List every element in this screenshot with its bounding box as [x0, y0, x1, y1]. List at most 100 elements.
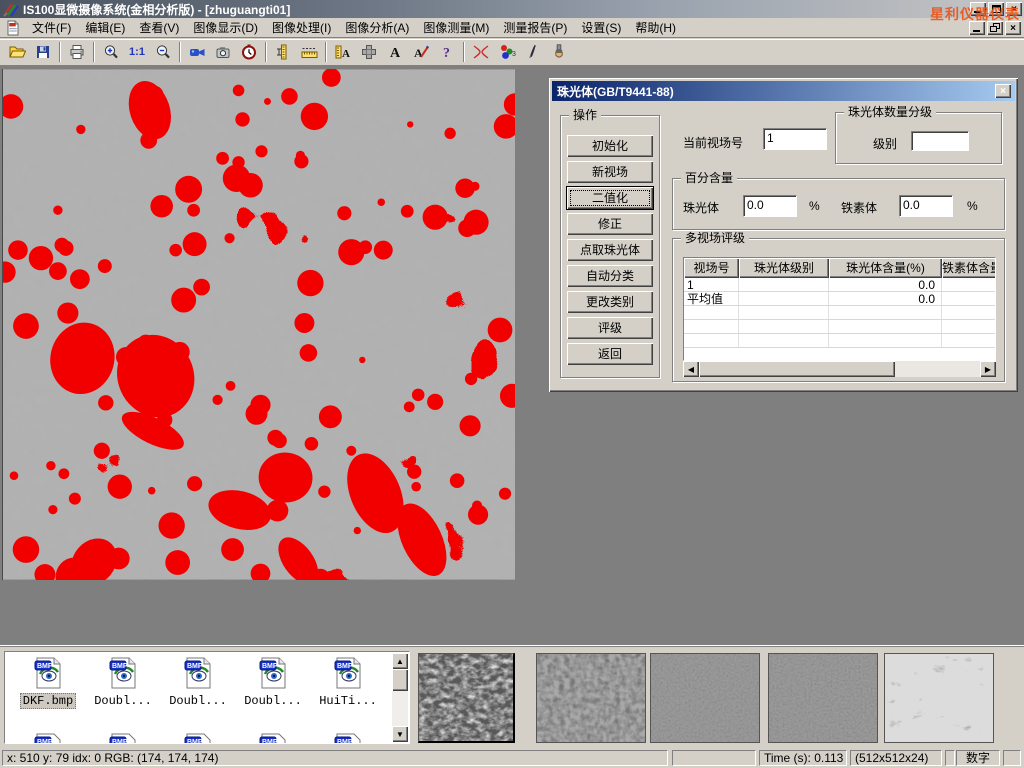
header-ferrite-percent[interactable]: 铁素体含量(%) [942, 258, 996, 278]
current-field-input[interactable]: 1 [763, 128, 827, 150]
pen-icon[interactable] [520, 41, 546, 63]
measure-text-icon[interactable]: A [330, 41, 356, 63]
scroll-right-icon[interactable]: ▶ [980, 361, 996, 377]
file-item[interactable]: BMP [86, 732, 160, 744]
table-row[interactable] [684, 306, 995, 320]
text-icon[interactable]: A [382, 41, 408, 63]
ruler-icon[interactable] [296, 41, 322, 63]
menu-settings[interactable]: 设置(S) [574, 17, 628, 38]
menu-image-display[interactable]: 图像显示(D) [186, 17, 265, 38]
toolbar-separator [325, 42, 327, 62]
file-name[interactable]: HuiTi... [317, 694, 379, 708]
video-capture-icon[interactable] [184, 41, 210, 63]
window-title: IS100显微摄像系统(金相分析版) - [zhuguangti01] [23, 1, 290, 18]
menu-edit[interactable]: 编辑(E) [78, 17, 132, 38]
operations-group-label: 操作 [569, 108, 601, 122]
file-name[interactable]: Doubl... [92, 694, 154, 708]
header-pearlite-percent[interactable]: 珠光体含量(%) [829, 258, 942, 278]
table-row[interactable]: 1 0.0 [684, 278, 995, 292]
menu-image-process[interactable]: 图像处理(I) [265, 17, 338, 38]
caliper-icon[interactable] [270, 41, 296, 63]
save-icon[interactable] [30, 41, 56, 63]
camera-capture-icon[interactable] [210, 41, 236, 63]
new-field-button[interactable]: 新视场 [567, 161, 653, 183]
change-class-button[interactable]: 更改类别 [567, 291, 653, 313]
bmp-file-icon: BMP [257, 656, 289, 690]
bmp-file-icon: BMP [332, 732, 364, 744]
classify-balls-icon[interactable]: 3 [494, 41, 520, 63]
file-item[interactable]: BMP Doubl... [161, 656, 235, 708]
return-button[interactable]: 返回 [567, 343, 653, 365]
table-row[interactable] [684, 320, 995, 334]
file-item[interactable]: BMP DKF.bmp [11, 656, 85, 709]
menu-measure-report[interactable]: 测量报告(P) [496, 17, 574, 38]
table-row[interactable] [684, 334, 995, 348]
header-field[interactable]: 视场号 [684, 258, 739, 278]
scroll-left-icon[interactable]: ◀ [683, 361, 699, 377]
dialog-title-bar[interactable]: 珠光体(GB/T9441-88) × [552, 81, 1015, 101]
timer-icon[interactable] [236, 41, 262, 63]
micrograph-image[interactable] [2, 69, 515, 580]
table-row[interactable]: 平均值 0.0 [684, 292, 995, 306]
menu-file[interactable]: 文件(F) [25, 17, 78, 38]
file-item[interactable]: BMP [11, 732, 85, 744]
gallery-thumbnail[interactable] [884, 653, 994, 743]
mdi-minimize-button[interactable] [969, 21, 985, 35]
gallery-thumbnail[interactable] [536, 653, 646, 743]
document-icon[interactable] [5, 20, 21, 36]
pattern-grid-icon[interactable] [356, 41, 382, 63]
pick-pearlite-button[interactable]: 点取珠光体 [567, 239, 653, 261]
file-item[interactable]: BMP [311, 732, 385, 744]
minimize-button[interactable] [970, 2, 986, 16]
gallery-thumbnail[interactable] [768, 653, 878, 743]
grading-group-label: 珠光体数量分级 [844, 105, 936, 119]
file-name[interactable]: Doubl... [242, 694, 304, 708]
file-vscrollbar[interactable]: ▲ ▼ [392, 653, 408, 742]
correct-button[interactable]: 修正 [567, 213, 653, 235]
header-pearlite-level[interactable]: 珠光体级别 [739, 258, 829, 278]
file-item[interactable]: BMP [236, 732, 310, 744]
scroll-down-icon[interactable]: ▼ [392, 726, 408, 742]
help-icon[interactable]: ? [434, 41, 460, 63]
annotate-text-icon[interactable]: A [408, 41, 434, 63]
print-icon[interactable] [64, 41, 90, 63]
actual-size-icon[interactable]: 1:1 [124, 41, 150, 63]
file-item[interactable]: BMP [161, 732, 235, 744]
image-size-status: (512x512x24) [850, 750, 942, 766]
open-icon[interactable] [4, 41, 30, 63]
init-button[interactable]: 初始化 [567, 135, 653, 157]
binarize-button[interactable]: 二值化 [567, 187, 653, 209]
menu-image-analysis[interactable]: 图像分析(A) [338, 17, 416, 38]
table-hscrollbar[interactable]: ◀ ▶ [683, 361, 996, 377]
level-input[interactable] [911, 131, 969, 151]
curve-tool-icon[interactable] [468, 41, 494, 63]
menu-image-measure[interactable]: 图像测量(M) [416, 17, 496, 38]
svg-text:BMP: BMP [112, 663, 128, 670]
file-item[interactable]: BMP HuiTi... [311, 656, 385, 708]
scroll-thumb[interactable] [392, 669, 408, 691]
file-name[interactable]: Doubl... [167, 694, 229, 708]
gallery-thumbnail[interactable] [650, 653, 760, 743]
mdi-close-button[interactable]: × [1005, 21, 1021, 35]
rate-button[interactable]: 评级 [567, 317, 653, 339]
scroll-thumb[interactable] [699, 361, 895, 377]
file-item[interactable]: BMP Doubl... [86, 656, 160, 708]
zoom-out-icon[interactable] [150, 41, 176, 63]
zoom-in-icon[interactable] [98, 41, 124, 63]
pearlite-percent-input[interactable]: 0.0 [743, 195, 797, 217]
dialog-close-icon[interactable]: × [995, 84, 1011, 98]
ferrite-percent-input[interactable]: 0.0 [899, 195, 953, 217]
menu-view[interactable]: 查看(V) [132, 17, 186, 38]
brush-icon[interactable] [546, 41, 572, 63]
close-button[interactable]: × [1006, 2, 1022, 16]
maximize-button[interactable] [988, 2, 1004, 16]
menu-help[interactable]: 帮助(H) [628, 17, 683, 38]
time-status: Time (s): 0.113 [759, 750, 847, 766]
gallery-thumbnail[interactable] [418, 653, 515, 743]
workspace: 珠光体(GB/T9441-88) × 操作 初始化 新视场 二值化 修正 点取珠… [0, 66, 1024, 645]
file-item[interactable]: BMP Doubl... [236, 656, 310, 708]
mdi-restore-button[interactable] [987, 21, 1003, 35]
scroll-up-icon[interactable]: ▲ [392, 653, 408, 669]
auto-classify-button[interactable]: 自动分类 [567, 265, 653, 287]
file-name[interactable]: DKF.bmp [20, 693, 76, 709]
